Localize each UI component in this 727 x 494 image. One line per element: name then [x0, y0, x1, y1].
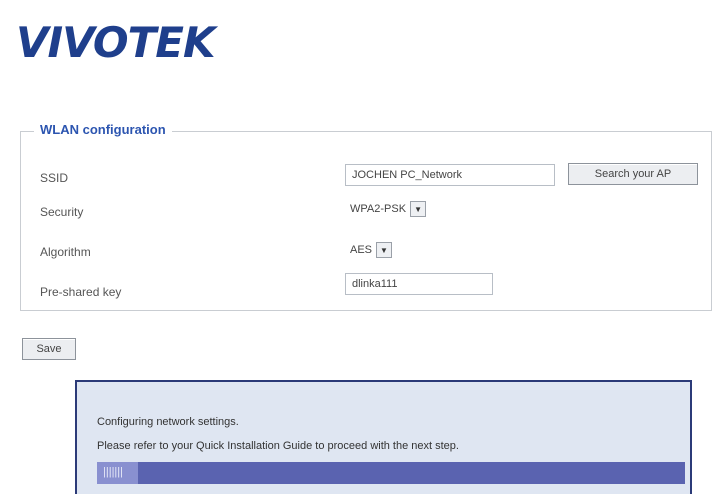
algorithm-select-value: AES	[350, 244, 373, 256]
wlan-configuration-legend: WLAN configuration	[34, 122, 172, 137]
dropdown-arrow-icon[interactable]: ▼	[410, 201, 427, 217]
status-dialog: Configuring network settings. Please ref…	[75, 380, 692, 494]
pre-shared-key-input[interactable]	[345, 273, 493, 295]
vivotek-logo: VIVOTEK	[16, 18, 246, 78]
security-select-value: WPA2-PSK	[350, 203, 407, 215]
security-select[interactable]: WPA2-PSK ▼	[350, 198, 427, 220]
dropdown-arrow-icon[interactable]: ▼	[376, 242, 393, 258]
progress-bar: |||||||	[97, 462, 685, 484]
ssid-input[interactable]	[345, 164, 555, 186]
security-label: Security	[40, 205, 84, 219]
search-your-ap-button[interactable]: Search your AP	[568, 163, 698, 185]
instruction-message: Please refer to your Quick Installation …	[97, 440, 459, 452]
save-button[interactable]: Save	[22, 338, 76, 360]
logo-wordmark: VIVOTEK	[16, 18, 215, 67]
progress-text: |||||||	[103, 466, 124, 478]
ssid-label: SSID	[40, 171, 69, 185]
status-message: Configuring network settings.	[97, 416, 239, 428]
pre-shared-key-label: Pre-shared key	[40, 285, 122, 299]
algorithm-select[interactable]: AES ▼	[350, 239, 393, 261]
algorithm-label: Algorithm	[40, 245, 91, 259]
